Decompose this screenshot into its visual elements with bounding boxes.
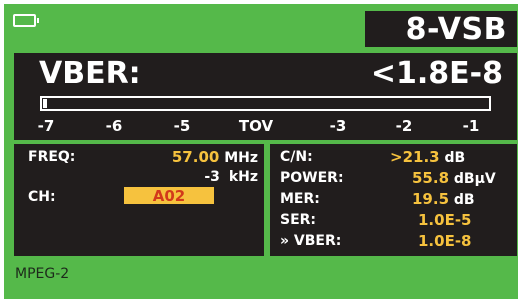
- cn-readout: >21.3 dB: [390, 148, 465, 166]
- measurements-panel: C/N: >21.3 dB POWER: 55.8 dBµV MER: 19.5…: [270, 144, 517, 256]
- offset-unit: kHz: [228, 169, 258, 185]
- channel-label: CH:: [28, 189, 56, 205]
- offset-readout: -3 kHz: [204, 169, 258, 185]
- ser-readout: 1.0E-5: [418, 211, 471, 229]
- ser-value: 1.0E-5: [418, 211, 472, 229]
- vber-bar-fill: [43, 99, 47, 108]
- scale-tick-label: -2: [395, 117, 413, 135]
- freq-readout: 57.00 MHz: [172, 148, 258, 166]
- vber-row-label: » VBER:: [280, 233, 342, 249]
- vber-bar: [40, 96, 491, 111]
- tuning-panel: FREQ: 57.00 MHz -3 kHz CH: A02: [14, 144, 264, 256]
- meter-screen: 8-VSB VBER: <1.8E-8 -7 -6 -5 TOV -3 -2 -…: [0, 0, 522, 303]
- vber-panel: VBER: <1.8E-8 -7 -6 -5 TOV -3 -2 -1: [14, 53, 517, 140]
- power-label: POWER:: [280, 170, 344, 186]
- scale-tick-label: -7: [37, 117, 55, 135]
- mer-readout: 19.5 dB: [412, 190, 475, 208]
- freq-value: 57.00: [171, 148, 220, 166]
- battery-icon: [13, 14, 39, 27]
- cn-value: >21.3: [390, 148, 440, 166]
- scale-tick-label: -1: [462, 117, 480, 135]
- mer-label: MER:: [280, 191, 320, 207]
- mer-unit: dB: [453, 192, 475, 208]
- cn-unit: dB: [444, 150, 466, 166]
- channel-value: A02: [152, 187, 186, 205]
- power-value: 55.8: [412, 169, 450, 187]
- scale-tick-label: -5: [173, 117, 191, 135]
- mer-value: 19.5: [412, 190, 450, 208]
- scale-tick-label: -3: [329, 117, 347, 135]
- power-readout: 55.8 dBµV: [412, 169, 496, 187]
- vber-row-value: 1.0E-8: [418, 232, 472, 250]
- scale-tick-label: TOV: [238, 117, 274, 135]
- modulation-label: 8-VSB: [405, 12, 507, 47]
- freq-unit: MHz: [224, 150, 258, 166]
- vber-row-readout: 1.0E-8: [418, 232, 471, 250]
- vber-value: <1.8E-8: [370, 56, 503, 91]
- cn-label: C/N:: [280, 149, 313, 165]
- freq-label: FREQ:: [28, 149, 76, 165]
- power-unit: dBµV: [453, 171, 496, 187]
- stream-type-label: MPEG-2: [15, 266, 70, 282]
- vber-title: VBER:: [39, 56, 141, 91]
- mode-panel: 8-VSB: [365, 11, 517, 47]
- offset-value: -3: [204, 169, 220, 185]
- scale-tick-label: -6: [105, 117, 123, 135]
- channel-field[interactable]: A02: [124, 187, 214, 205]
- ser-label: SER:: [280, 212, 317, 228]
